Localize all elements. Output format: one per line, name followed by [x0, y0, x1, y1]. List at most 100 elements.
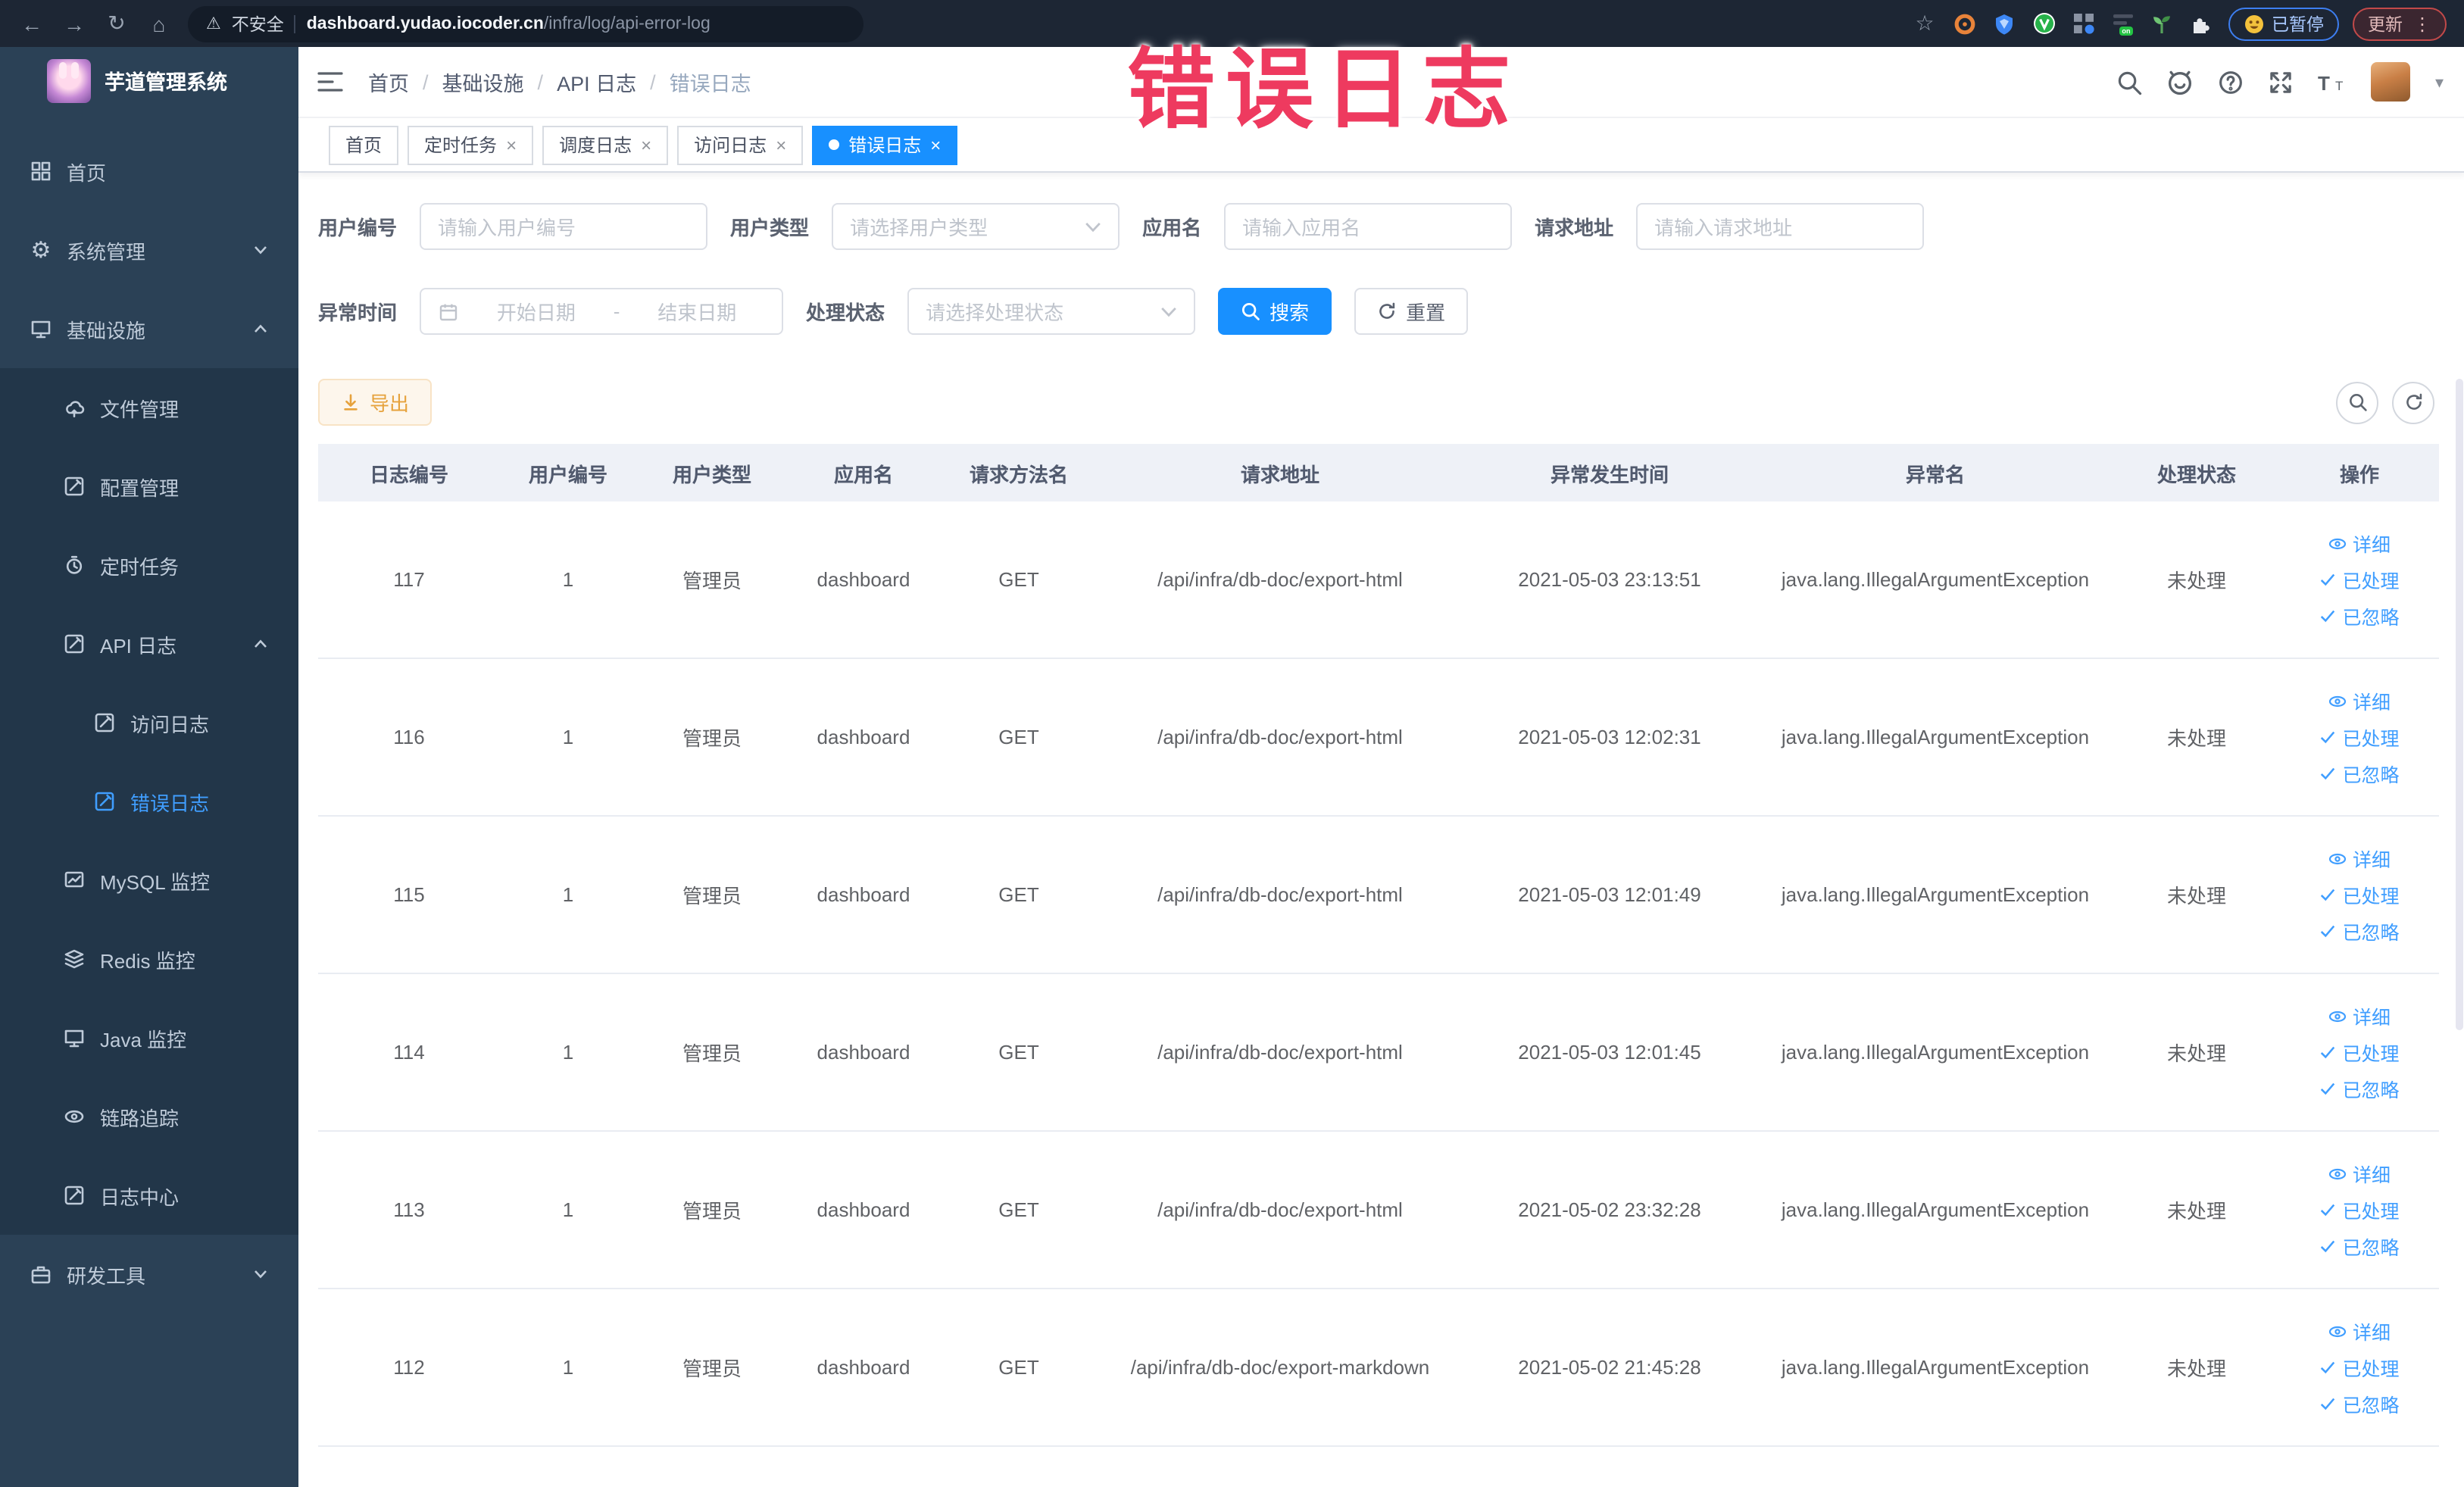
tab-access-log[interactable]: 访问日志 × — [677, 125, 804, 164]
browser-menu-icon[interactable]: ⋮ — [2413, 13, 2431, 34]
date-end-placeholder: 结束日期 — [657, 301, 737, 324]
bookmark-star-icon[interactable]: ☆ — [1911, 11, 1938, 36]
font-size-icon[interactable]: TT — [2319, 70, 2347, 93]
search-button[interactable]: 搜索 — [1218, 288, 1332, 335]
ignored-link[interactable]: 已忽略 — [2319, 917, 2400, 945]
ignored-link[interactable]: 已忽略 — [2319, 759, 2400, 788]
address-bar[interactable]: ⚠ 不安全 dashboard.yudao.iocoder.cn/infra/l… — [188, 5, 863, 42]
sidebar-item-tracing[interactable]: 链路追踪 — [0, 1077, 298, 1156]
sidebar-item-mysql-monitor[interactable]: MySQL 监控 — [0, 841, 298, 920]
tab-close-icon[interactable]: × — [930, 134, 941, 155]
github-icon[interactable] — [2167, 68, 2194, 95]
tab-close-icon[interactable]: × — [641, 134, 651, 155]
detail-link[interactable]: 详细 — [2328, 1317, 2391, 1345]
tab-close-icon[interactable]: × — [776, 134, 786, 155]
sidebar-item-home[interactable]: 首页 — [0, 132, 298, 211]
filter-row-1: 用户编号 请输入用户编号 用户类型 请选择用户类型 应用名 请输入应用名 请求地… — [318, 203, 2441, 250]
cell-request-url: /api/infra/db-doc/export-html — [1157, 883, 1403, 906]
extension-sprout-icon[interactable] — [2149, 11, 2175, 36]
detail-link[interactable]: 详细 — [2328, 844, 2391, 873]
toggle-search-button[interactable] — [2336, 381, 2378, 423]
processed-link[interactable]: 已处理 — [2319, 565, 2400, 594]
home-icon[interactable]: ⌂ — [145, 11, 173, 36]
request-url-input[interactable]: 请输入请求地址 — [1636, 203, 1925, 250]
sidebar-item-log-center[interactable]: 日志中心 — [0, 1156, 298, 1235]
avatar[interactable] — [2371, 62, 2411, 102]
sidebar-item-dev-tools[interactable]: 研发工具 — [0, 1235, 298, 1314]
extensions-puzzle-icon[interactable] — [2188, 11, 2214, 36]
app-logo-row[interactable]: 芋道管理系统 — [0, 47, 298, 114]
sidebar-item-config-management[interactable]: 配置管理 — [0, 447, 298, 526]
breadcrumb-home[interactable]: 首页 — [368, 67, 409, 97]
cell-method: GET — [998, 1041, 1039, 1064]
extension-green-v-icon[interactable] — [2031, 11, 2056, 36]
extension-grid-icon[interactable] — [2070, 11, 2096, 36]
tab-home[interactable]: 首页 — [329, 125, 399, 164]
cell-method: GET — [998, 726, 1039, 748]
process-status-select[interactable]: 请选择处理状态 — [907, 288, 1196, 335]
tab-error-log[interactable]: 错误日志 × — [812, 125, 958, 164]
reset-button[interactable]: 重置 — [1354, 288, 1469, 335]
sidebar-item-system-management[interactable]: ⚙ 系统管理 — [0, 211, 298, 289]
col-log-id: 日志编号 — [369, 463, 448, 486]
tab-label: 调度日志 — [559, 135, 632, 156]
page-scrollbar[interactable] — [2456, 379, 2463, 1030]
sidebar-item-access-log[interactable]: 访问日志 — [0, 683, 298, 762]
ignored-link[interactable]: 已忽略 — [2319, 601, 2400, 630]
ignored-link[interactable]: 已忽略 — [2319, 1232, 2400, 1261]
extension-on-badge-icon[interactable]: on — [2110, 11, 2135, 36]
export-button[interactable]: 导出 — [318, 379, 433, 426]
refresh-table-button[interactable] — [2392, 381, 2434, 423]
breadcrumb-api-log[interactable]: API 日志 — [557, 67, 636, 97]
processed-link[interactable]: 已处理 — [2319, 1195, 2400, 1224]
tab-schedule-log[interactable]: 调度日志 × — [542, 125, 669, 164]
processed-link[interactable]: 已处理 — [2319, 723, 2400, 751]
user-menu-caret-icon[interactable]: ▾ — [2435, 72, 2444, 92]
reload-icon[interactable]: ↻ — [103, 11, 130, 36]
breadcrumb-infrastructure[interactable]: 基础设施 — [442, 67, 524, 97]
extension-shield-icon[interactable] — [1991, 11, 2017, 36]
processed-link[interactable]: 已处理 — [2319, 880, 2400, 909]
extension-target-icon[interactable] — [1952, 11, 1978, 36]
cell-app-name: dashboard — [817, 1041, 910, 1064]
back-icon[interactable]: ← — [18, 11, 45, 36]
detail-link[interactable]: 详细 — [2328, 529, 2391, 558]
processed-link[interactable]: 已处理 — [2319, 1038, 2400, 1067]
cell-user-id: 1 — [562, 1041, 574, 1064]
table-quick-actions — [2336, 381, 2434, 423]
date-range-picker[interactable]: 开始日期 - 结束日期 — [420, 288, 784, 335]
sidebar-item-scheduled-jobs[interactable]: 定时任务 — [0, 526, 298, 604]
forward-icon[interactable]: → — [61, 11, 88, 36]
detail-link[interactable]: 详细 — [2328, 1001, 2391, 1030]
detail-link[interactable]: 详细 — [2328, 686, 2391, 715]
help-icon[interactable] — [2219, 69, 2244, 95]
ignored-link[interactable]: 已忽略 — [2319, 1074, 2400, 1103]
user-type-select[interactable]: 请选择用户类型 — [832, 203, 1120, 250]
ignored-link[interactable]: 已忽略 — [2319, 1389, 2400, 1418]
user-id-input[interactable]: 请输入用户编号 — [420, 203, 708, 250]
search-icon[interactable] — [2117, 69, 2143, 95]
app-name-input[interactable]: 请输入应用名 — [1224, 203, 1513, 250]
sidebar-item-redis-monitor[interactable]: Redis 监控 — [0, 920, 298, 998]
tab-close-icon[interactable]: × — [506, 134, 517, 155]
sidebar-item-infrastructure[interactable]: 基础设施 — [0, 289, 298, 368]
select-caret-icon — [1161, 306, 1176, 317]
detail-link[interactable]: 详细 — [2328, 1159, 2391, 1188]
tab-scheduled-jobs[interactable]: 定时任务 × — [408, 125, 534, 164]
action-label: 已忽略 — [2342, 608, 2400, 629]
fullscreen-icon[interactable] — [2269, 69, 2294, 95]
active-tab-dot — [829, 139, 840, 150]
sidebar-item-java-monitor[interactable]: Java 监控 — [0, 998, 298, 1077]
menu-label: 基础设施 — [67, 319, 146, 342]
eye-icon — [2328, 537, 2347, 549]
processed-link[interactable]: 已处理 — [2319, 1353, 2400, 1382]
sidebar-item-api-log[interactable]: API 日志 — [0, 604, 298, 683]
edit-icon — [64, 476, 84, 496]
hamburger-icon[interactable] — [317, 70, 344, 94]
sidebar-item-file-management[interactable]: 文件管理 — [0, 368, 298, 447]
cell-status: 未处理 — [2166, 1200, 2226, 1223]
chrome-update-button[interactable]: 更新 ⋮ — [2353, 7, 2447, 40]
profile-paused-badge[interactable]: 已暂停 — [2228, 7, 2339, 40]
sidebar-item-error-log[interactable]: 错误日志 — [0, 762, 298, 841]
col-exception-time: 异常发生时间 — [1550, 463, 1669, 486]
